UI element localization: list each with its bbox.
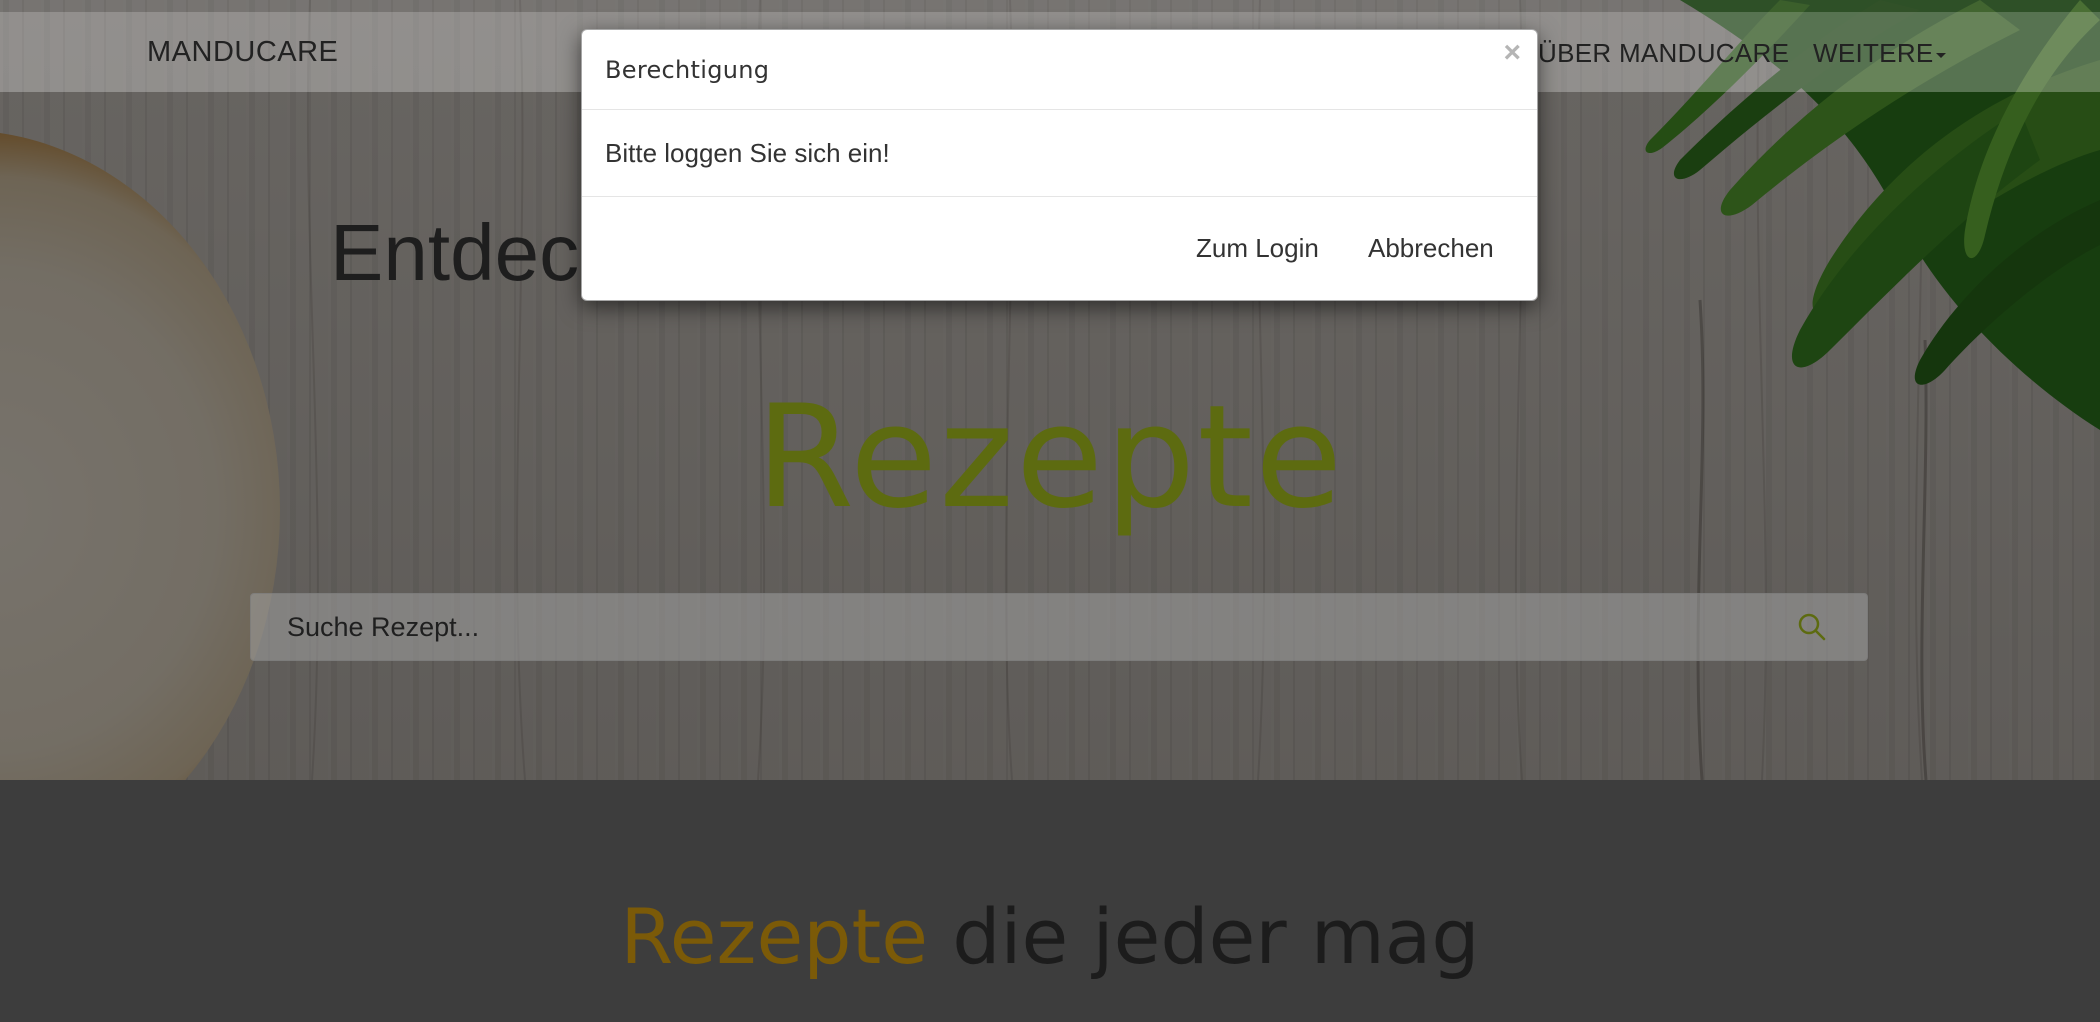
permission-modal: Berechtigung × Bitte loggen Sie sich ein… [581,29,1538,301]
modal-header: Berechtigung × [582,30,1537,110]
navbar-top-strip [0,0,2100,12]
hero-heading: Entdec [330,208,580,297]
caret-down-icon [1935,52,1946,58]
section-title: Rezepte die jeder mag [0,892,2100,981]
login-button[interactable]: Zum Login [1186,227,1329,270]
search-icon[interactable] [1797,612,1827,642]
page: MANDUCARE ÜBER MANDUCARE WEITERE Entdec … [0,0,2100,1022]
close-icon[interactable]: × [1503,38,1521,68]
section-title-accent: Rezepte [620,892,929,981]
cancel-button[interactable]: Abbrechen [1358,227,1504,270]
nav-link-about[interactable]: ÜBER MANDUCARE [1538,38,1789,69]
nav-dropdown-more-label: WEITERE [1813,38,1934,68]
hero-title: Rezepte [755,375,1345,540]
modal-body: Bitte loggen Sie sich ein! [582,110,1537,197]
section-title-rest: die jeder mag [952,892,1480,981]
modal-message: Bitte loggen Sie sich ein! [605,138,890,168]
modal-title: Berechtigung [605,56,770,84]
brand-logo-link[interactable]: MANDUCARE [147,36,338,69]
nav-dropdown-more[interactable]: WEITERE [1813,38,1946,69]
search-box [250,593,1868,661]
modal-footer: Zum Login Abbrechen [582,197,1537,301]
search-input[interactable] [285,594,1735,660]
